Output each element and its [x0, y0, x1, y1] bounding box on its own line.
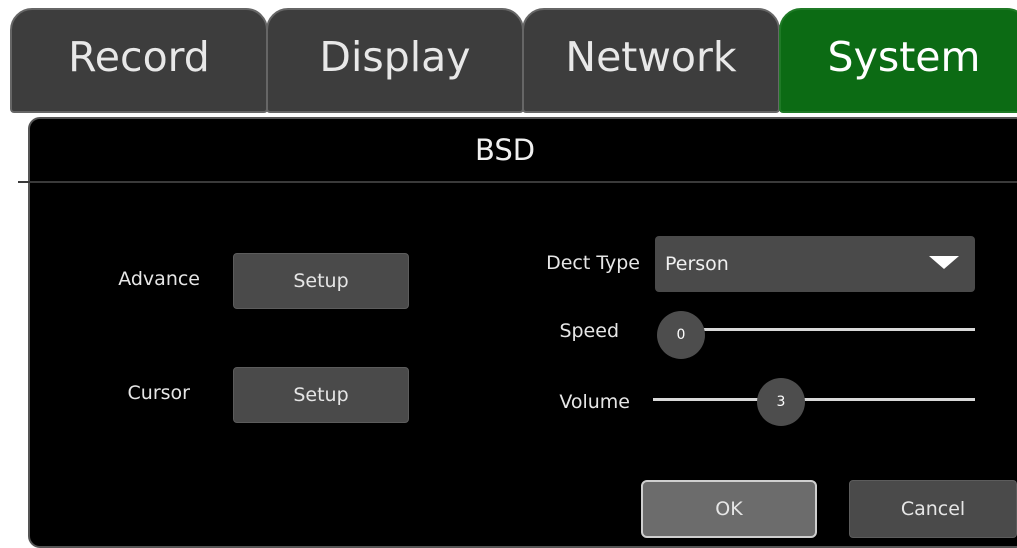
ok-label: OK: [715, 498, 743, 520]
tab-system[interactable]: System: [779, 8, 1017, 113]
advance-setup-label: Setup: [293, 270, 349, 292]
title-divider: [18, 181, 1017, 183]
cancel-label: Cancel: [900, 498, 966, 520]
dect-type-value: Person: [665, 253, 729, 275]
volume-slider-knob[interactable]: 3: [757, 378, 805, 426]
tab-system-label: System: [827, 32, 981, 81]
ok-button[interactable]: OK: [641, 480, 817, 538]
volume-slider-track[interactable]: [653, 398, 975, 401]
tab-display[interactable]: Display: [266, 8, 524, 113]
volume-label: Volume: [559, 391, 630, 413]
cursor-setup-label: Setup: [293, 384, 349, 406]
tab-record[interactable]: Record: [10, 8, 268, 113]
dect-type-label: Dect Type: [546, 252, 640, 274]
advance-setup-button[interactable]: Setup: [233, 253, 409, 309]
advance-label: Advance: [118, 268, 200, 290]
tab-network-label: Network: [565, 32, 737, 81]
volume-value: 3: [776, 394, 786, 410]
panel-title: BSD: [474, 133, 536, 167]
dect-type-dropdown[interactable]: Person: [655, 236, 975, 292]
cursor-label: Cursor: [127, 382, 190, 404]
cancel-button[interactable]: Cancel: [849, 480, 1017, 538]
tab-display-label: Display: [319, 32, 471, 81]
bsd-settings-screen: Record Display Network System BSD Advanc…: [0, 0, 1017, 548]
speed-slider-knob[interactable]: 0: [657, 311, 705, 359]
speed-value: 0: [676, 327, 686, 343]
speed-slider-track[interactable]: [685, 328, 975, 331]
speed-label: Speed: [559, 320, 619, 342]
tab-network[interactable]: Network: [522, 8, 780, 113]
caret-down-icon: [929, 256, 959, 269]
cursor-setup-button[interactable]: Setup: [233, 367, 409, 423]
tab-record-label: Record: [68, 32, 210, 81]
